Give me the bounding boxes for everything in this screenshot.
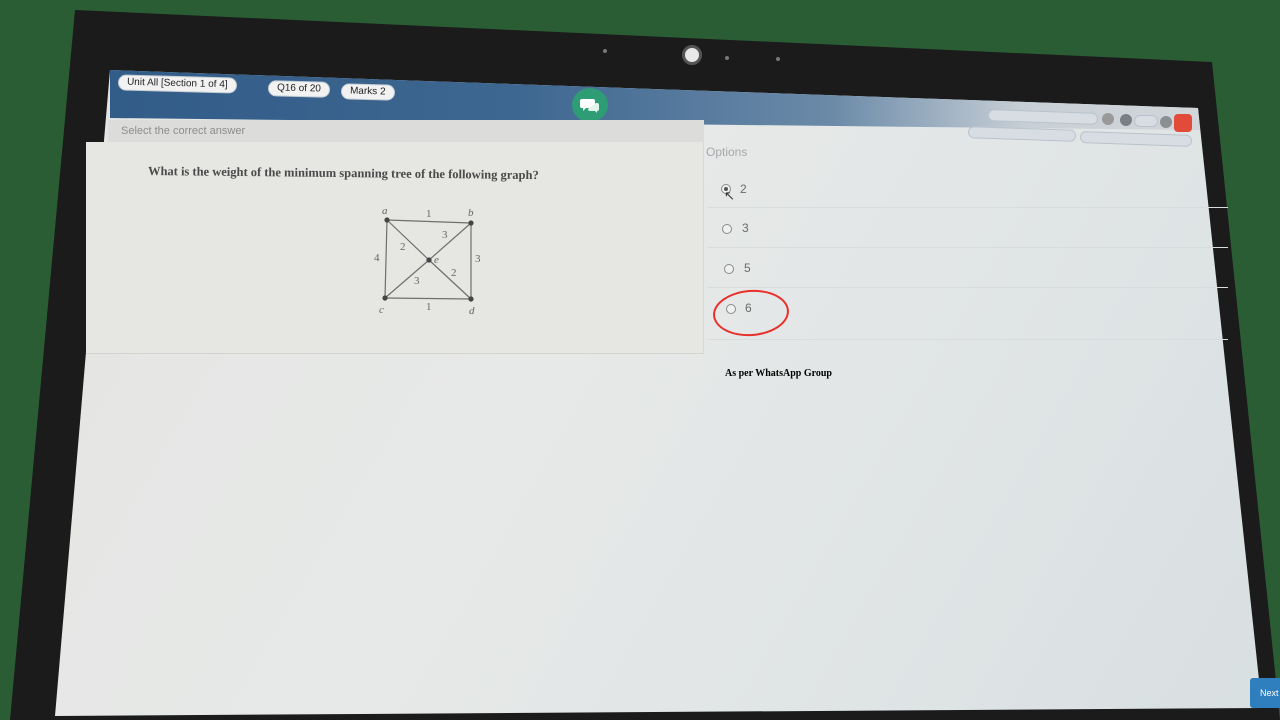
node-label-d: d — [469, 305, 475, 316]
node-c — [382, 295, 388, 301]
mouse-cursor-icon: ↖ — [724, 188, 735, 203]
zoom-level-badge — [1134, 115, 1158, 127]
instruction-text: Select the correct answer — [121, 125, 246, 137]
volume-icon[interactable] — [1102, 113, 1114, 125]
node-e — [426, 257, 432, 263]
node-label-a: a — [382, 205, 388, 217]
graph-figure: a b c d e 1 4 3 1 2 3 3 2 — [374, 205, 481, 316]
zoom-icon[interactable] — [1120, 114, 1132, 126]
options-heading: Options — [706, 145, 748, 159]
option-row-2[interactable] — [708, 210, 1228, 248]
chat-button[interactable] — [572, 88, 608, 122]
webcam — [682, 45, 702, 65]
edge-weight-ac: 4 — [374, 252, 380, 264]
edge-weight-de: 2 — [451, 267, 457, 279]
node-label-e: e — [434, 254, 439, 266]
chat-bubbles-icon — [580, 99, 599, 113]
edge-weight-ce: 3 — [414, 275, 420, 287]
whatsapp-watermark-text: As per WhatsApp Group — [725, 368, 832, 379]
camera-sensor-dot — [725, 56, 729, 60]
option-row-3[interactable] — [708, 250, 1228, 288]
edge-cd — [384, 297, 472, 300]
edge-ab — [386, 219, 472, 224]
close-button[interactable] — [1174, 114, 1192, 132]
node-b — [468, 220, 474, 226]
option-label-3: 5 — [744, 261, 751, 275]
option-row-1[interactable] — [708, 170, 1228, 208]
edge-weight-ab: 1 — [426, 208, 432, 220]
edge-ac — [384, 219, 388, 299]
next-button[interactable]: Next — [1250, 678, 1280, 708]
node-d — [468, 296, 474, 302]
camera-sensor-dot — [603, 49, 607, 53]
option-radio-2[interactable] — [722, 224, 732, 234]
marks-pill: Marks 2 — [340, 83, 395, 101]
camera-sensor-dot — [776, 57, 780, 61]
edge-weight-cd: 1 — [426, 301, 432, 313]
edge-weight-ae: 2 — [400, 241, 406, 253]
node-label-c: c — [379, 304, 384, 316]
section-pill[interactable]: Unit All [Section 1 of 4] — [117, 74, 237, 94]
node-label-b: b — [468, 207, 474, 219]
option-radio-3[interactable] — [724, 264, 734, 274]
edge-ce — [384, 259, 430, 299]
option-label-1: 2 — [740, 182, 747, 196]
question-counter-pill[interactable]: Q16 of 20 — [267, 80, 331, 98]
edge-ae — [386, 219, 430, 261]
edge-weight-be: 3 — [442, 229, 448, 241]
node-a — [384, 217, 390, 223]
option-label-2: 3 — [742, 221, 749, 235]
settings-icon[interactable] — [1160, 116, 1172, 128]
edge-weight-bd: 3 — [475, 253, 481, 265]
